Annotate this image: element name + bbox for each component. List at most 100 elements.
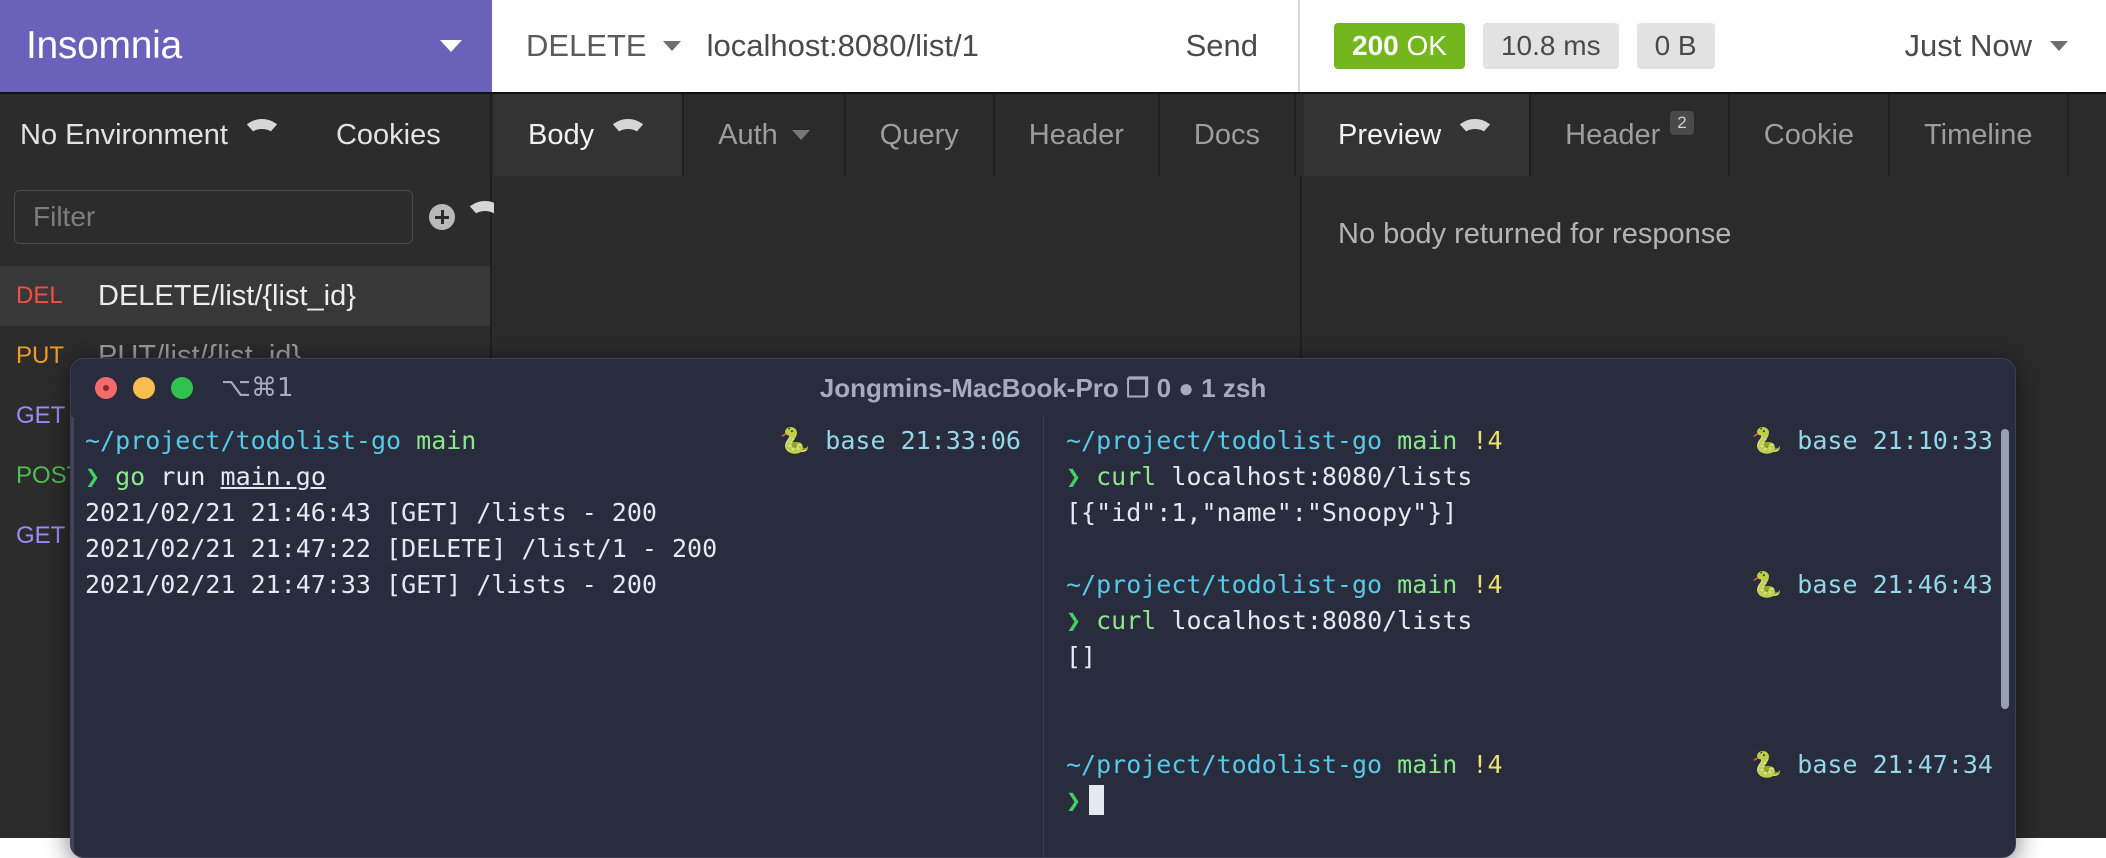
tab-body[interactable]: Body: [494, 94, 685, 176]
url-input[interactable]: localhost:8080/list/1: [707, 28, 1186, 64]
prompt-right: 🐍 base 21:46:43: [1751, 567, 1993, 603]
request-method-label: DEL: [16, 282, 63, 309]
terminal-block: ~/project/todolist-go main !4 🐍 base 21:…: [1066, 423, 2015, 531]
prompt-right: 🐍 base 21:33:06: [779, 423, 1021, 459]
close-button[interactable]: [95, 377, 117, 399]
chevron-down-icon[interactable]: [241, 119, 282, 151]
prompt-line: ~/project/todolist-go main 🐍 base 21:33:…: [85, 423, 1043, 459]
env-name: base: [825, 426, 886, 455]
filter-input[interactable]: [14, 190, 413, 244]
prompt-flag: !4: [1472, 570, 1503, 599]
prompt-line: ~/project/todolist-go main !4 🐍 base 21:…: [1066, 423, 2015, 459]
http-method-dropdown[interactable]: DELETE: [526, 28, 681, 64]
response-history-dropdown[interactable]: Just Now: [1905, 28, 2068, 64]
response-tab-bar: Preview Header 2 Cookie Timeline: [1304, 94, 2106, 176]
tab-label: Header: [1028, 118, 1124, 151]
window-controls[interactable]: [95, 377, 193, 399]
prompt-branch: main: [1397, 426, 1458, 455]
chevron-down-icon[interactable]: [2050, 41, 2068, 51]
tab-label: Header: [1565, 118, 1661, 151]
tab-query[interactable]: Query: [846, 94, 995, 176]
prompt-left: ~/project/todolist-go main !4: [1066, 567, 1503, 603]
output-line: []: [1066, 642, 1097, 671]
request-name-label: DELETE/list/{list_id}: [98, 279, 356, 312]
prompt-left: ~/project/todolist-go main: [85, 423, 476, 459]
top-bar: Insomnia DELETE localhost:8080/list/1 Se…: [0, 0, 2106, 94]
prompt-path: ~/project/todolist-go: [1066, 750, 1383, 779]
tab-label: Docs: [1193, 118, 1260, 151]
zoom-button[interactable]: [171, 377, 193, 399]
prompt-branch: main: [1397, 750, 1458, 779]
python-icon: 🐍: [1751, 570, 1783, 599]
request-url-bar: DELETE localhost:8080/list/1 Send: [492, 0, 1300, 92]
tab-label: Query: [879, 118, 959, 151]
chevron-down-icon[interactable]: [662, 41, 681, 51]
command-line: ❯ curl localhost:8080/lists: [1066, 603, 2015, 639]
response-time-badge: 10.8 ms: [1482, 23, 1619, 69]
timestamp: 21:33:06: [900, 426, 1021, 455]
environment-bar: No Environment Cookies: [0, 94, 492, 176]
tab-response-header[interactable]: Header 2: [1531, 94, 1730, 176]
terminal-block: ~/project/todolist-go main 🐍 base 21:33:…: [85, 423, 1043, 603]
sidebar-filter-row: [0, 176, 505, 258]
prompt-symbol: ❯: [1066, 462, 1082, 491]
prompt-symbol: ❯: [1066, 786, 1082, 815]
terminal-scrollbar[interactable]: [2001, 429, 2009, 709]
chevron-down-icon[interactable]: [608, 119, 649, 151]
terminal-pane-right[interactable]: ~/project/todolist-go main !4 🐍 base 21:…: [1043, 417, 2015, 857]
response-tab-filler: [2069, 94, 2106, 176]
workspace-selector[interactable]: Insomnia: [0, 0, 492, 92]
tab-timeline[interactable]: Timeline: [1890, 94, 2069, 176]
command-line[interactable]: ❯: [1066, 783, 2015, 819]
prompt-flag: !4: [1472, 750, 1503, 779]
timestamp: 21:47:34: [1872, 750, 1993, 779]
prompt-path: ~/project/todolist-go: [1066, 570, 1383, 599]
tab-docs[interactable]: Docs: [1160, 94, 1296, 176]
timestamp: 21:10:33: [1872, 426, 1993, 455]
tab-header[interactable]: Header: [995, 94, 1160, 176]
prompt-branch: main: [1397, 570, 1458, 599]
terminal-block: ~/project/todolist-go main !4 🐍 base 21:…: [1066, 747, 2015, 819]
pane-indicator-left: [71, 417, 74, 857]
status-code: 200: [1352, 30, 1399, 61]
command-program: curl: [1096, 606, 1157, 635]
terminal-window[interactable]: ⌥⌘1 Jongmins-MacBook-Pro ❐ 0 ● 1 zsh ~/p…: [70, 358, 2016, 858]
python-icon: 🐍: [1751, 426, 1783, 455]
insomnia-window: Insomnia DELETE localhost:8080/list/1 Se…: [0, 0, 2106, 858]
minimize-button[interactable]: [133, 377, 155, 399]
command-file: main.go: [220, 462, 326, 491]
tab-preview[interactable]: Preview: [1304, 94, 1532, 176]
prompt-line: ~/project/todolist-go main !4 🐍 base 21:…: [1066, 747, 2015, 783]
tab-cookie[interactable]: Cookie: [1730, 94, 1891, 176]
response-meta-bar: 200 OK 10.8 ms 0 B Just Now: [1300, 0, 2106, 92]
tab-label: Body: [528, 118, 595, 151]
python-icon: 🐍: [1751, 750, 1783, 779]
terminal-block: ~/project/todolist-go main !4 🐍 base 21:…: [1066, 567, 2015, 675]
command-line: ❯ curl localhost:8080/lists: [1066, 459, 2015, 495]
chevron-down-icon[interactable]: [1455, 119, 1496, 151]
list-item[interactable]: DEL DELETE/list/{list_id}: [0, 266, 490, 326]
timestamp: 21:46:43: [1872, 570, 1993, 599]
command-line: ❯ go run main.go: [85, 459, 1043, 495]
environment-dropdown[interactable]: No Environment: [20, 119, 282, 152]
terminal-title-bar[interactable]: ⌥⌘1 Jongmins-MacBook-Pro ❐ 0 ● 1 zsh: [71, 359, 2015, 417]
chevron-down-icon[interactable]: [791, 130, 810, 140]
command-arg: localhost:8080/lists: [1171, 606, 1473, 635]
chevron-down-icon[interactable]: [440, 40, 462, 52]
prompt-symbol: ❯: [85, 462, 101, 491]
response-size-badge: 0 B: [1636, 23, 1715, 69]
secondary-bar: No Environment Cookies Body Auth Query H…: [0, 94, 2106, 176]
terminal-shortcut-label: ⌥⌘1: [221, 373, 294, 403]
output-line: 2021/02/21 21:47:22 [DELETE] /list/1 - 2…: [85, 534, 718, 563]
terminal-title: Jongmins-MacBook-Pro ❐ 0 ● 1 zsh: [819, 372, 1267, 403]
command-program: curl: [1096, 462, 1157, 491]
send-button[interactable]: Send: [1186, 28, 1258, 64]
tab-label: Preview: [1338, 118, 1442, 151]
cookies-button[interactable]: Cookies: [336, 119, 441, 152]
tab-auth[interactable]: Auth: [684, 94, 846, 176]
prompt-symbol: ❯: [1066, 606, 1082, 635]
status-text: OK: [1406, 30, 1447, 61]
terminal-pane-left[interactable]: ~/project/todolist-go main 🐍 base 21:33:…: [71, 417, 1043, 857]
terminal-gap: [1066, 531, 2015, 567]
env-name: base: [1797, 750, 1858, 779]
